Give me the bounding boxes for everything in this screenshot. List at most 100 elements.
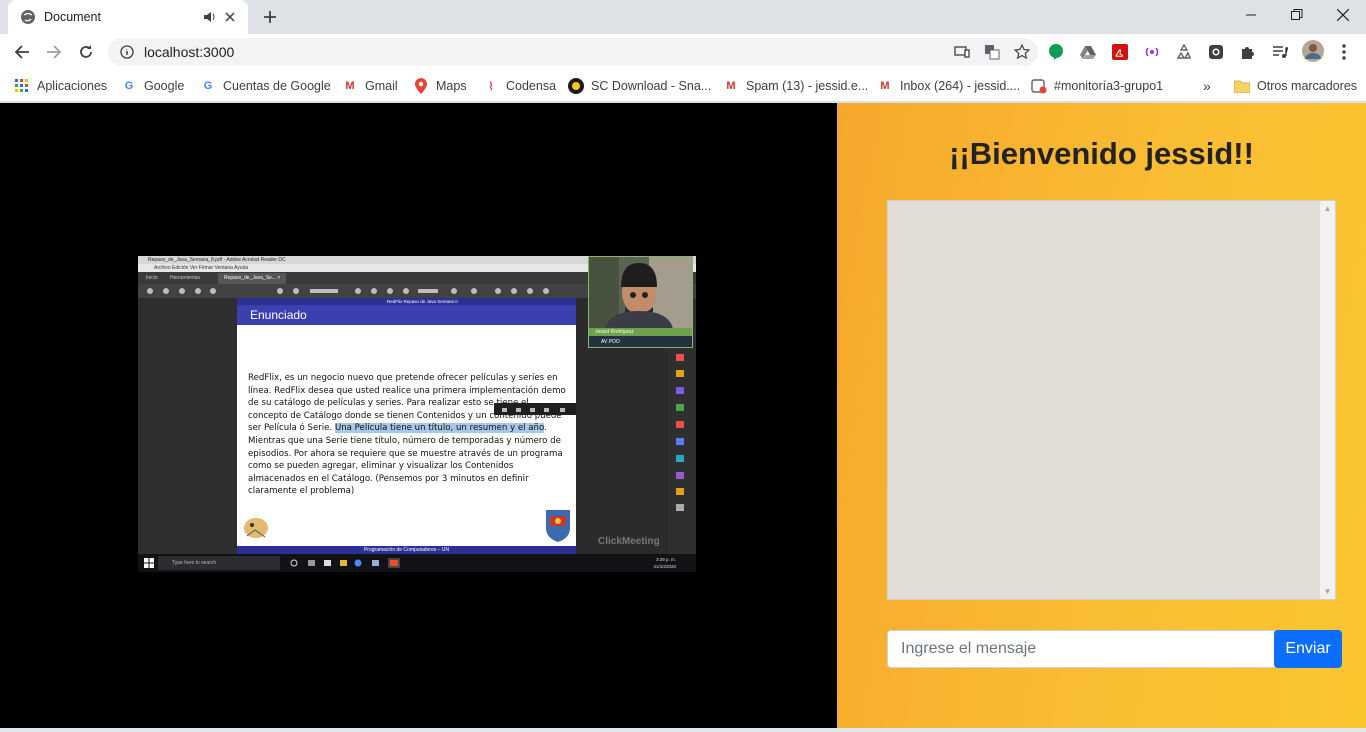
bookmark-label: SC Download - Sna...	[591, 79, 712, 93]
video-area: Repaso_de_Java_Semana_8.pdf - Adobe Acro…	[0, 103, 837, 728]
bookmark-label: Aplicaciones	[37, 79, 108, 93]
menu-kebab-icon[interactable]	[1334, 42, 1354, 62]
page-content: Repaso_de_Java_Semana_8.pdf - Adobe Acro…	[0, 103, 1366, 728]
presenter-video-image	[589, 257, 692, 329]
bookmarks-bar: Aplicaciones G Google G Cuentas de Googl…	[0, 70, 1366, 102]
codensa-icon: ⌇	[488, 80, 494, 93]
broadcast-extension-icon[interactable]	[1142, 42, 1162, 62]
bookmark-codensa[interactable]: ⌇ Codensa	[483, 76, 556, 96]
bookmark-maps[interactable]: Maps	[413, 76, 467, 96]
bookmark-google[interactable]: G Google	[121, 76, 185, 96]
minimize-icon	[1246, 14, 1256, 16]
new-tab-button[interactable]	[258, 5, 282, 29]
university-crest-logo	[546, 510, 570, 542]
windows-start-icon	[144, 558, 154, 568]
acrobat-tab: Herramientas	[170, 275, 201, 281]
google-icon: G	[203, 80, 213, 92]
pdf-slide: RedFlix Repaso de Java Semana II Enuncia…	[237, 298, 576, 554]
slack-icon	[1031, 78, 1047, 94]
bookmark-gmail[interactable]: M Gmail	[342, 76, 398, 96]
apps-grid-icon	[14, 78, 30, 94]
chat-panel: ¡¡Bienvenido jessid!! ▲ ▼ Enviar	[837, 103, 1366, 728]
star-icon[interactable]	[1014, 44, 1030, 60]
arrow-right-icon	[47, 45, 62, 59]
bookmark-label: Maps	[436, 79, 467, 93]
gmail-icon: M	[880, 80, 890, 92]
bookmark-monitoria[interactable]: #monitoría3-grupo1	[1031, 76, 1163, 96]
bookmark-label: Spam (13) - jessid.e...	[746, 79, 869, 93]
presenter-webcam: Jessid Rodríguez AV POO	[588, 256, 693, 348]
media-queue-icon[interactable]	[1270, 42, 1290, 62]
windows-taskbar: Type here to search 3:39 p. m. 21/10/202…	[138, 554, 696, 572]
tab-title: Document	[44, 10, 101, 24]
extensions-puzzle-icon[interactable]	[1238, 42, 1258, 62]
scroll-down-arrow-icon[interactable]: ▼	[1320, 584, 1335, 599]
maps-pin-icon	[413, 78, 429, 94]
bookmark-sc-download[interactable]: SC Download - Sna...	[568, 76, 711, 96]
presenter-name: Jessid Rodríguez	[589, 328, 692, 336]
record-extension-icon[interactable]	[1206, 42, 1226, 62]
minimize-button[interactable]	[1228, 0, 1274, 30]
restore-button[interactable]	[1274, 0, 1320, 30]
google-icon: G	[124, 80, 134, 92]
globe-icon	[21, 10, 35, 24]
message-input[interactable]	[887, 630, 1275, 668]
acrobat-extension-icon[interactable]	[1110, 42, 1130, 62]
forward-button[interactable]	[40, 38, 68, 66]
bookmark-label: #monitoría3-grupo1	[1054, 79, 1164, 93]
cast-icon[interactable]	[954, 44, 970, 60]
reload-icon	[80, 45, 92, 58]
speaker-icon[interactable]	[202, 9, 218, 25]
browser-tab[interactable]: Document	[8, 0, 248, 34]
chat-messages-area[interactable]: ▲ ▼	[887, 200, 1336, 600]
back-button[interactable]	[8, 38, 36, 66]
recycle-extension-icon[interactable]	[1174, 42, 1194, 62]
scroll-up-arrow-icon[interactable]: ▲	[1320, 201, 1335, 216]
bookmark-label: Codensa	[506, 79, 557, 93]
slide-heading: Enunciado	[237, 305, 576, 325]
mascot-logo	[244, 518, 268, 538]
bookmark-other-folder[interactable]: Otros marcadores	[1234, 76, 1357, 96]
welcome-heading: ¡¡Bienvenido jessid!!	[949, 136, 1254, 171]
highlighted-text: Una Película tiene un título, un resumen…	[334, 423, 545, 434]
bookmark-label: Inbox (264) - jessid....	[900, 79, 1021, 93]
close-tab-icon[interactable]	[222, 9, 238, 25]
acrobat-tab: Inicio	[146, 275, 158, 281]
slide-footer: Programación de Computadores – UN	[237, 546, 576, 554]
slide-body-text: RedFlix, es un negocio nuevo que pretend…	[248, 373, 566, 497]
bookmark-label: Otros marcadores	[1257, 79, 1358, 93]
bookmark-label: Gmail	[365, 79, 398, 93]
arrow-left-icon	[14, 45, 29, 59]
url-text: localhost:3000	[144, 44, 235, 60]
clickmeeting-watermark: ClickMeeting	[598, 536, 660, 547]
floating-annotation-toolbar	[494, 403, 576, 415]
hangouts-extension-icon[interactable]	[1046, 42, 1066, 62]
translate-icon[interactable]	[984, 44, 1000, 60]
gmail-icon: M	[345, 80, 355, 92]
bookmark-label: Google	[144, 79, 185, 93]
taskbar-app-icons	[290, 558, 400, 568]
restore-icon	[1291, 9, 1303, 20]
document-left-gutter	[138, 298, 238, 554]
chat-scrollbar[interactable]: ▲ ▼	[1320, 201, 1335, 599]
tab-strip: Document	[0, 0, 1366, 34]
sc-download-icon	[568, 78, 584, 94]
bookmarks-overflow-button[interactable]: »	[1203, 76, 1211, 96]
reload-button[interactable]	[72, 38, 100, 66]
acrobat-tab: Repaso_de_Java_Se... ×	[218, 273, 287, 284]
folder-icon	[1234, 78, 1250, 94]
bookmark-inbox[interactable]: M Inbox (264) - jessid....	[877, 76, 1020, 96]
plus-icon	[264, 11, 276, 23]
bookmark-aplicaciones[interactable]: Aplicaciones	[14, 76, 107, 96]
bookmark-cuentas-google[interactable]: G Cuentas de Google	[200, 76, 331, 96]
slide-top-bar: RedFlix Repaso de Java Semana II	[237, 298, 576, 305]
address-bar[interactable]: localhost:3000	[108, 38, 1038, 66]
profile-avatar[interactable]	[1302, 40, 1324, 62]
gmail-icon: M	[726, 80, 736, 92]
screen-share-video[interactable]: Repaso_de_Java_Semana_8.pdf - Adobe Acro…	[138, 256, 696, 572]
bookmark-spam[interactable]: M Spam (13) - jessid.e...	[723, 76, 868, 96]
close-window-button[interactable]	[1320, 0, 1366, 30]
info-icon[interactable]	[120, 45, 134, 59]
send-button[interactable]: Enviar	[1274, 630, 1342, 668]
drive-extension-icon[interactable]	[1078, 42, 1098, 62]
